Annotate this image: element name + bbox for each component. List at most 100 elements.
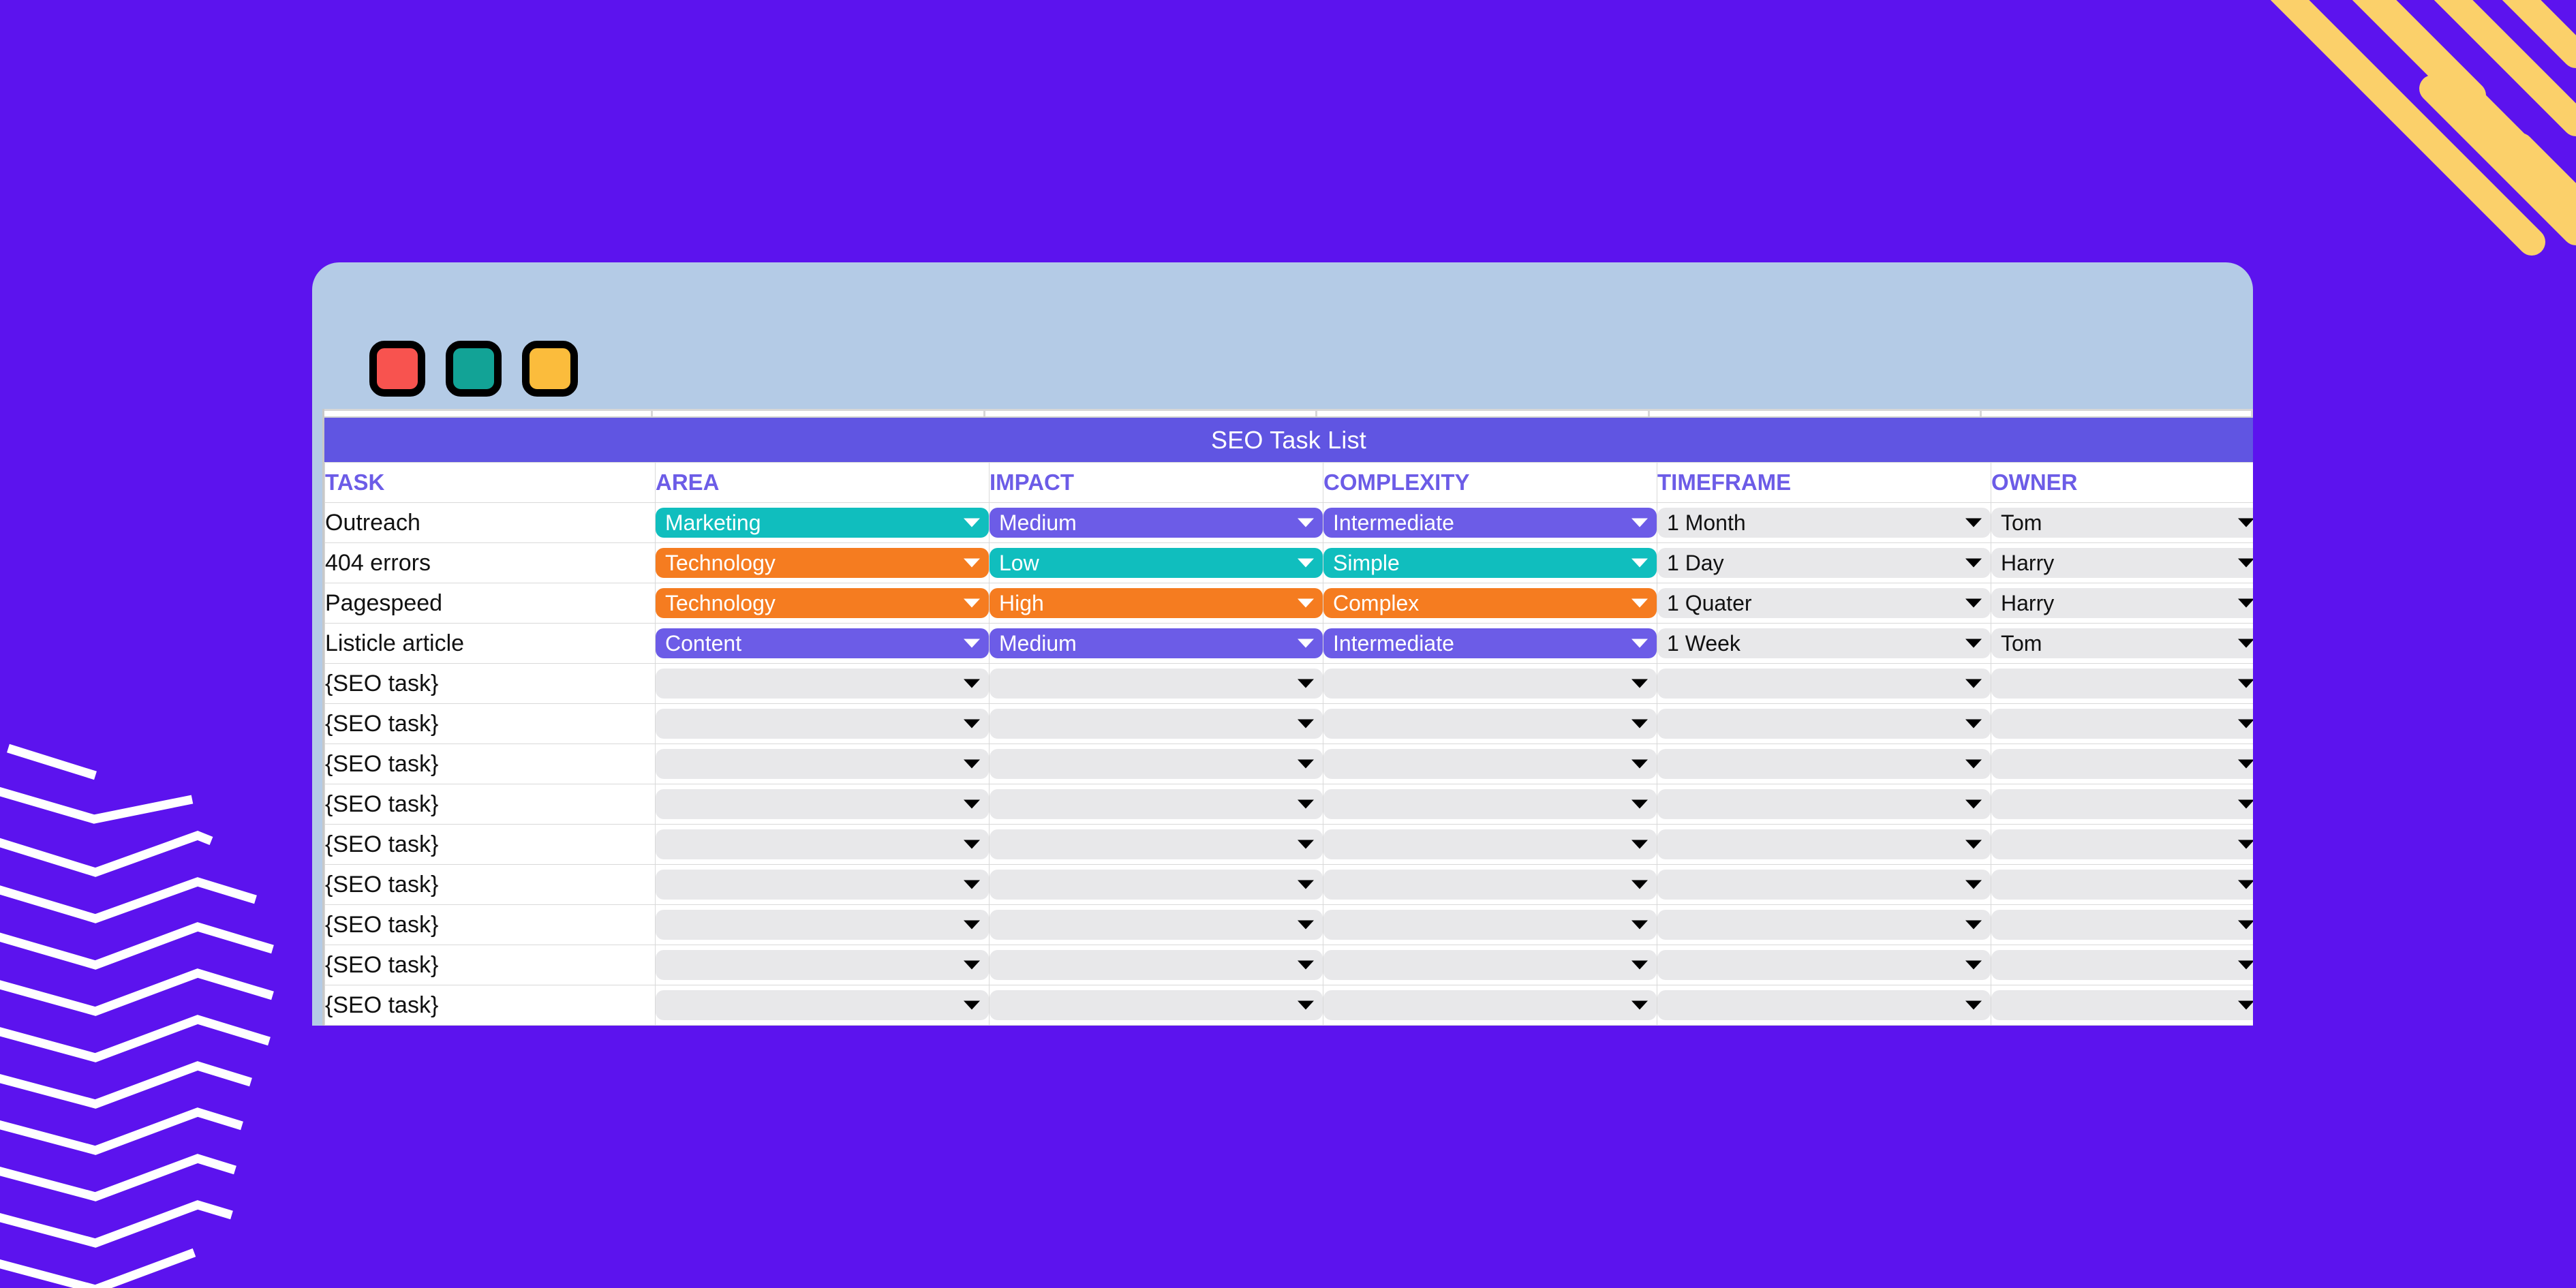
impact-cell[interactable]: Low bbox=[989, 542, 1323, 583]
chevron-down-icon[interactable] bbox=[1965, 960, 1982, 970]
complexity-dropdown[interactable]: Intermediate bbox=[1323, 628, 1657, 658]
chevron-down-icon[interactable] bbox=[964, 558, 980, 568]
chevron-down-icon[interactable] bbox=[1965, 759, 1982, 769]
timeframe-dropdown[interactable] bbox=[1657, 829, 1991, 859]
area-cell[interactable] bbox=[655, 985, 990, 1026]
impact-dropdown[interactable] bbox=[990, 870, 1323, 900]
impact-dropdown[interactable] bbox=[990, 910, 1323, 940]
task-name-cell[interactable]: {SEO task} bbox=[324, 663, 656, 704]
owner-dropdown[interactable] bbox=[1991, 709, 2253, 739]
chevron-down-icon[interactable] bbox=[1631, 558, 1648, 568]
complexity-cell[interactable] bbox=[1323, 663, 1657, 704]
chevron-down-icon[interactable] bbox=[964, 799, 980, 809]
area-dropdown[interactable] bbox=[656, 749, 989, 779]
owner-cell[interactable]: Harry bbox=[1991, 542, 2253, 583]
chevron-down-icon[interactable] bbox=[1965, 598, 1982, 608]
chevron-down-icon[interactable] bbox=[2238, 598, 2253, 608]
impact-cell[interactable] bbox=[989, 703, 1323, 744]
chevron-down-icon[interactable] bbox=[1298, 558, 1314, 568]
chevron-down-icon[interactable] bbox=[964, 960, 980, 970]
impact-cell[interactable] bbox=[989, 864, 1323, 905]
area-dropdown[interactable] bbox=[656, 829, 989, 859]
chevron-down-icon[interactable] bbox=[1631, 679, 1648, 688]
timeframe-cell[interactable]: 1 Week bbox=[1657, 623, 1991, 664]
area-cell[interactable] bbox=[655, 703, 990, 744]
impact-cell[interactable] bbox=[989, 985, 1323, 1026]
timeframe-cell[interactable] bbox=[1657, 864, 1991, 905]
impact-dropdown[interactable] bbox=[990, 749, 1323, 779]
complexity-cell[interactable]: Simple bbox=[1323, 542, 1657, 583]
ruler-cell-area[interactable] bbox=[653, 411, 985, 416]
task-name-cell[interactable]: {SEO task} bbox=[324, 703, 656, 744]
chevron-down-icon[interactable] bbox=[1298, 639, 1314, 648]
complexity-dropdown[interactable] bbox=[1323, 950, 1657, 980]
complexity-cell[interactable] bbox=[1323, 784, 1657, 825]
chevron-down-icon[interactable] bbox=[964, 679, 980, 688]
owner-dropdown[interactable]: Tom bbox=[1991, 628, 2253, 658]
ruler-cell-complexity[interactable] bbox=[1317, 411, 1650, 416]
column-header-complexity[interactable]: COMPLEXITY bbox=[1323, 462, 1657, 503]
impact-dropdown[interactable] bbox=[990, 789, 1323, 819]
owner-cell[interactable] bbox=[1991, 743, 2253, 784]
chevron-down-icon[interactable] bbox=[964, 1000, 980, 1010]
chevron-down-icon[interactable] bbox=[2238, 639, 2253, 648]
complexity-dropdown[interactable] bbox=[1323, 910, 1657, 940]
area-cell[interactable] bbox=[655, 743, 990, 784]
task-name-cell[interactable]: Pagespeed bbox=[324, 583, 656, 624]
column-header-task[interactable]: TASK bbox=[324, 462, 656, 503]
area-dropdown[interactable] bbox=[656, 870, 989, 900]
timeframe-cell[interactable] bbox=[1657, 824, 1991, 865]
chevron-down-icon[interactable] bbox=[2238, 679, 2253, 688]
chevron-down-icon[interactable] bbox=[1631, 960, 1648, 970]
area-cell[interactable]: Technology bbox=[655, 542, 990, 583]
chevron-down-icon[interactable] bbox=[2238, 880, 2253, 889]
chevron-down-icon[interactable] bbox=[1631, 840, 1648, 849]
chevron-down-icon[interactable] bbox=[2238, 920, 2253, 930]
area-cell[interactable]: Marketing bbox=[655, 502, 990, 543]
chevron-down-icon[interactable] bbox=[2238, 960, 2253, 970]
chevron-down-icon[interactable] bbox=[1298, 719, 1314, 729]
area-dropdown[interactable] bbox=[656, 910, 989, 940]
complexity-dropdown[interactable] bbox=[1323, 829, 1657, 859]
owner-cell[interactable]: Tom bbox=[1991, 502, 2253, 543]
complexity-dropdown[interactable] bbox=[1323, 990, 1657, 1020]
timeframe-dropdown[interactable] bbox=[1657, 749, 1991, 779]
chevron-down-icon[interactable] bbox=[1631, 1000, 1648, 1010]
timeframe-dropdown[interactable] bbox=[1657, 789, 1991, 819]
owner-dropdown[interactable] bbox=[1991, 910, 2253, 940]
area-dropdown[interactable] bbox=[656, 789, 989, 819]
area-cell[interactable] bbox=[655, 663, 990, 704]
chevron-down-icon[interactable] bbox=[1298, 598, 1314, 608]
chevron-down-icon[interactable] bbox=[2238, 518, 2253, 527]
complexity-dropdown[interactable]: Complex bbox=[1323, 588, 1657, 618]
complexity-dropdown[interactable]: Intermediate bbox=[1323, 508, 1657, 538]
timeframe-dropdown[interactable] bbox=[1657, 709, 1991, 739]
owner-cell[interactable]: Tom bbox=[1991, 623, 2253, 664]
complexity-cell[interactable] bbox=[1323, 824, 1657, 865]
timeframe-dropdown[interactable] bbox=[1657, 990, 1991, 1020]
area-cell[interactable] bbox=[655, 784, 990, 825]
chevron-down-icon[interactable] bbox=[1965, 518, 1982, 527]
chevron-down-icon[interactable] bbox=[2238, 759, 2253, 769]
complexity-dropdown[interactable] bbox=[1323, 749, 1657, 779]
chevron-down-icon[interactable] bbox=[964, 719, 980, 729]
owner-cell[interactable] bbox=[1991, 985, 2253, 1026]
minimize-button[interactable] bbox=[446, 341, 502, 397]
ruler-cell-impact[interactable] bbox=[985, 411, 1318, 416]
complexity-cell[interactable]: Complex bbox=[1323, 583, 1657, 624]
timeframe-dropdown[interactable] bbox=[1657, 870, 1991, 900]
chevron-down-icon[interactable] bbox=[1298, 1000, 1314, 1010]
chevron-down-icon[interactable] bbox=[1965, 679, 1982, 688]
chevron-down-icon[interactable] bbox=[964, 639, 980, 648]
impact-dropdown[interactable]: Medium bbox=[990, 508, 1323, 538]
owner-dropdown[interactable] bbox=[1991, 829, 2253, 859]
timeframe-dropdown[interactable] bbox=[1657, 669, 1991, 699]
owner-dropdown[interactable] bbox=[1991, 669, 2253, 699]
impact-dropdown[interactable]: Medium bbox=[990, 628, 1323, 658]
owner-cell[interactable] bbox=[1991, 703, 2253, 744]
task-name-cell[interactable]: {SEO task} bbox=[324, 864, 656, 905]
complexity-cell[interactable] bbox=[1323, 945, 1657, 985]
impact-dropdown[interactable] bbox=[990, 990, 1323, 1020]
owner-dropdown[interactable] bbox=[1991, 990, 2253, 1020]
task-name-cell[interactable]: {SEO task} bbox=[324, 743, 656, 784]
